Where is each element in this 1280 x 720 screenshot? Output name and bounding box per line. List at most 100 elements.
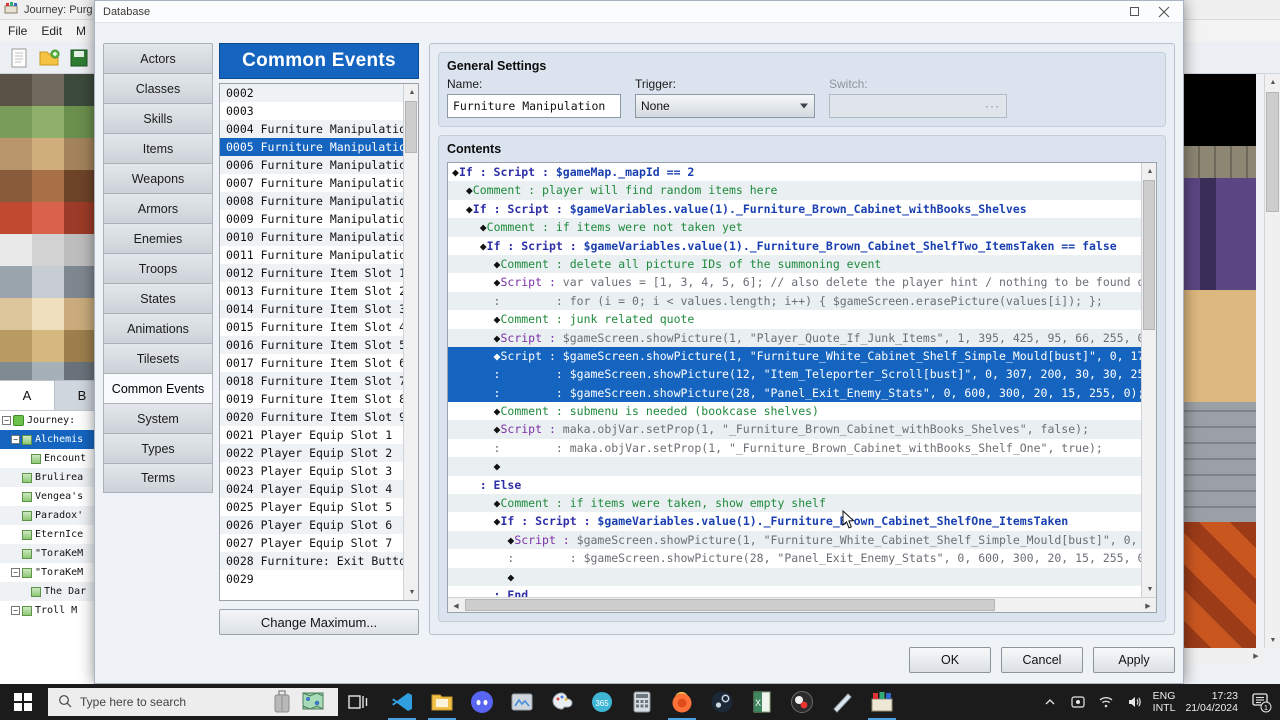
scroll-right-icon[interactable]: ▶ bbox=[1248, 648, 1264, 664]
events-scroll-down-icon[interactable]: ▼ bbox=[404, 584, 418, 600]
tile-cell[interactable] bbox=[64, 330, 96, 362]
tile-cell[interactable] bbox=[32, 298, 64, 330]
taskbar-app-discord-icon[interactable] bbox=[462, 684, 502, 720]
category-tab-animations[interactable]: Animations bbox=[103, 313, 213, 343]
category-tab-states[interactable]: States bbox=[103, 283, 213, 313]
wifi-icon[interactable] bbox=[1097, 693, 1115, 711]
contents-horizontal-scrollbar[interactable]: ◀ ▶ bbox=[448, 597, 1156, 612]
event-command-line[interactable]: : Else bbox=[448, 476, 1141, 494]
layer-tab-a[interactable]: A bbox=[0, 381, 55, 410]
category-tab-classes[interactable]: Classes bbox=[103, 73, 213, 103]
map-tree-item[interactable]: − Journey: bbox=[0, 411, 96, 430]
common-event-item[interactable]: 0017 Furniture Item Slot 6 bbox=[220, 354, 403, 372]
contents-scroll-right-icon[interactable]: ▶ bbox=[1140, 598, 1156, 612]
category-tab-enemies[interactable]: Enemies bbox=[103, 223, 213, 253]
tile-cell[interactable] bbox=[32, 266, 64, 298]
tile-cell[interactable] bbox=[64, 298, 96, 330]
menu-mode[interactable]: M bbox=[76, 24, 86, 38]
cancel-button[interactable]: Cancel bbox=[1001, 647, 1083, 673]
event-command-line[interactable]: : : $gameScreen.showPicture(28, "Panel_E… bbox=[448, 383, 1141, 403]
tile-cell[interactable] bbox=[0, 266, 32, 298]
tile-cell[interactable] bbox=[0, 138, 32, 170]
event-command-line[interactable]: ◆Script : maka.objVar.setProp(1, "_Furni… bbox=[448, 420, 1141, 439]
common-event-item[interactable]: 0005 Furniture Manipulation bbox=[220, 138, 403, 156]
common-event-item[interactable]: 0022 Player Equip Slot 2 bbox=[220, 444, 403, 462]
category-tab-list[interactable]: Actors Classes Skills Items Weapons Armors Ene… bbox=[103, 43, 213, 493]
save-project-icon[interactable] bbox=[68, 48, 90, 68]
common-event-item[interactable]: 0012 Furniture Item Slot 1 bbox=[220, 264, 403, 282]
map-tree-item[interactable]: − Alchemis bbox=[0, 430, 96, 449]
event-command-line[interactable]: ◆Script : $gameScreen.showPicture(1, "Fu… bbox=[448, 530, 1141, 550]
taskbar-app-rpgmaker-icon[interactable] bbox=[862, 684, 902, 720]
common-event-item[interactable]: 0025 Player Equip Slot 5 bbox=[220, 498, 403, 516]
common-event-item[interactable]: 0024 Player Equip Slot 4 bbox=[220, 480, 403, 498]
common-event-item[interactable]: 0021 Player Equip Slot 1 bbox=[220, 426, 403, 444]
event-command-line[interactable]: : : maka.objVar.setProp(1, "_Furniture_B… bbox=[448, 439, 1141, 457]
category-tab-weapons[interactable]: Weapons bbox=[103, 163, 213, 193]
tree-collapse-icon[interactable]: − bbox=[11, 435, 20, 444]
tile-cell[interactable] bbox=[0, 106, 32, 138]
common-event-item[interactable]: 0007 Furniture Manipulation bbox=[220, 174, 403, 192]
taskbar-app-paint-icon[interactable] bbox=[542, 684, 582, 720]
tileset-palette[interactable] bbox=[0, 74, 96, 380]
map-tree-item[interactable]: Brulirea bbox=[0, 468, 96, 487]
common-event-item[interactable]: 0019 Furniture Item Slot 8 bbox=[220, 390, 403, 408]
search-input[interactable]: Type here to search bbox=[48, 688, 338, 716]
map-icon[interactable] bbox=[302, 690, 324, 714]
category-tab-skills[interactable]: Skills bbox=[103, 103, 213, 133]
contents-hscroll-thumb[interactable] bbox=[465, 599, 995, 611]
event-command-line[interactable]: : : for (i = 0; i < values.length; i++) … bbox=[448, 291, 1141, 311]
tile-cell[interactable] bbox=[32, 106, 64, 138]
taskbar-app-steam-icon[interactable] bbox=[702, 684, 742, 720]
project-map-tree[interactable]: − Journey: − Alchemis Encount Brulirea Vengea'… bbox=[0, 410, 96, 684]
taskbar-app-calculator-icon[interactable] bbox=[622, 684, 662, 720]
scroll-up-icon[interactable]: ▲ bbox=[1265, 74, 1280, 90]
ok-button[interactable]: OK bbox=[909, 647, 991, 673]
common-event-item[interactable]: 0011 Furniture Manipulation bbox=[220, 246, 403, 264]
tile-cell[interactable] bbox=[64, 266, 96, 298]
tile-cell[interactable] bbox=[0, 298, 32, 330]
common-event-item[interactable]: 0004 Furniture Manipulation bbox=[220, 120, 403, 138]
tile-cell[interactable] bbox=[64, 170, 96, 202]
event-command-line[interactable]: ◆Comment : submenu is needed (bookcase s… bbox=[448, 402, 1141, 420]
common-event-item[interactable]: 0008 Furniture Manipulation bbox=[220, 192, 403, 210]
menu-file[interactable]: File bbox=[8, 24, 27, 38]
map-tree-item[interactable]: The Dar bbox=[0, 582, 96, 601]
tile-cell[interactable] bbox=[32, 362, 64, 380]
event-command-line[interactable]: ◆Comment : junk related quote bbox=[448, 310, 1141, 328]
language-indicator[interactable]: ENG INTL bbox=[1153, 690, 1176, 714]
category-tab-system[interactable]: System bbox=[103, 403, 213, 433]
tree-collapse-icon[interactable]: − bbox=[11, 568, 20, 577]
tile-cell[interactable] bbox=[0, 362, 32, 380]
category-tab-troops[interactable]: Troops bbox=[103, 253, 213, 283]
close-icon[interactable] bbox=[1149, 2, 1179, 22]
common-events-listbox[interactable]: 0002 0003 0004 Furniture Manipulation 0005 … bbox=[219, 83, 419, 601]
tile-cell[interactable] bbox=[32, 74, 64, 106]
map-tree-item[interactable]: "ToraKeM bbox=[0, 544, 96, 563]
map-tree-item[interactable]: Encount bbox=[0, 449, 96, 468]
taskbar-app-obs-icon[interactable] bbox=[782, 684, 822, 720]
category-tab-armors[interactable]: Armors bbox=[103, 193, 213, 223]
contents-scroll-thumb[interactable] bbox=[1143, 180, 1155, 330]
common-event-item[interactable]: 0026 Player Equip Slot 6 bbox=[220, 516, 403, 534]
event-command-line[interactable]: : : $gameScreen.showPicture(12, "Item_Te… bbox=[448, 365, 1141, 384]
category-tab-items[interactable]: Items bbox=[103, 133, 213, 163]
common-event-item[interactable]: 0028 Furniture: Exit Button bbox=[220, 552, 403, 570]
notification-center-icon[interactable]: 1 bbox=[1248, 689, 1274, 715]
event-command-line[interactable]: ◆ bbox=[448, 457, 1141, 476]
tile-cell[interactable] bbox=[64, 106, 96, 138]
event-command-line[interactable]: ◆Comment : if items were taken, show emp… bbox=[448, 494, 1141, 513]
contents-scroll-up-icon[interactable]: ▲ bbox=[1142, 163, 1156, 179]
map-tree-item[interactable]: Paradox' bbox=[0, 506, 96, 525]
event-command-line[interactable]: : End bbox=[448, 586, 1141, 597]
tile-cell[interactable] bbox=[32, 234, 64, 266]
category-tab-actors[interactable]: Actors bbox=[103, 43, 213, 73]
events-scrollbar[interactable]: ▲ ▼ bbox=[403, 84, 418, 600]
category-tab-common-events[interactable]: Common Events bbox=[103, 373, 213, 403]
common-event-item[interactable]: 0009 Furniture Manipulation bbox=[220, 210, 403, 228]
map-vertical-scrollbar[interactable]: ▲ ▼ bbox=[1264, 74, 1280, 648]
common-event-item[interactable]: 0016 Furniture Item Slot 5 bbox=[220, 336, 403, 354]
contents-vertical-scrollbar[interactable]: ▲ ▼ bbox=[1141, 163, 1156, 597]
tile-cell[interactable] bbox=[0, 234, 32, 266]
tile-cell[interactable] bbox=[32, 170, 64, 202]
